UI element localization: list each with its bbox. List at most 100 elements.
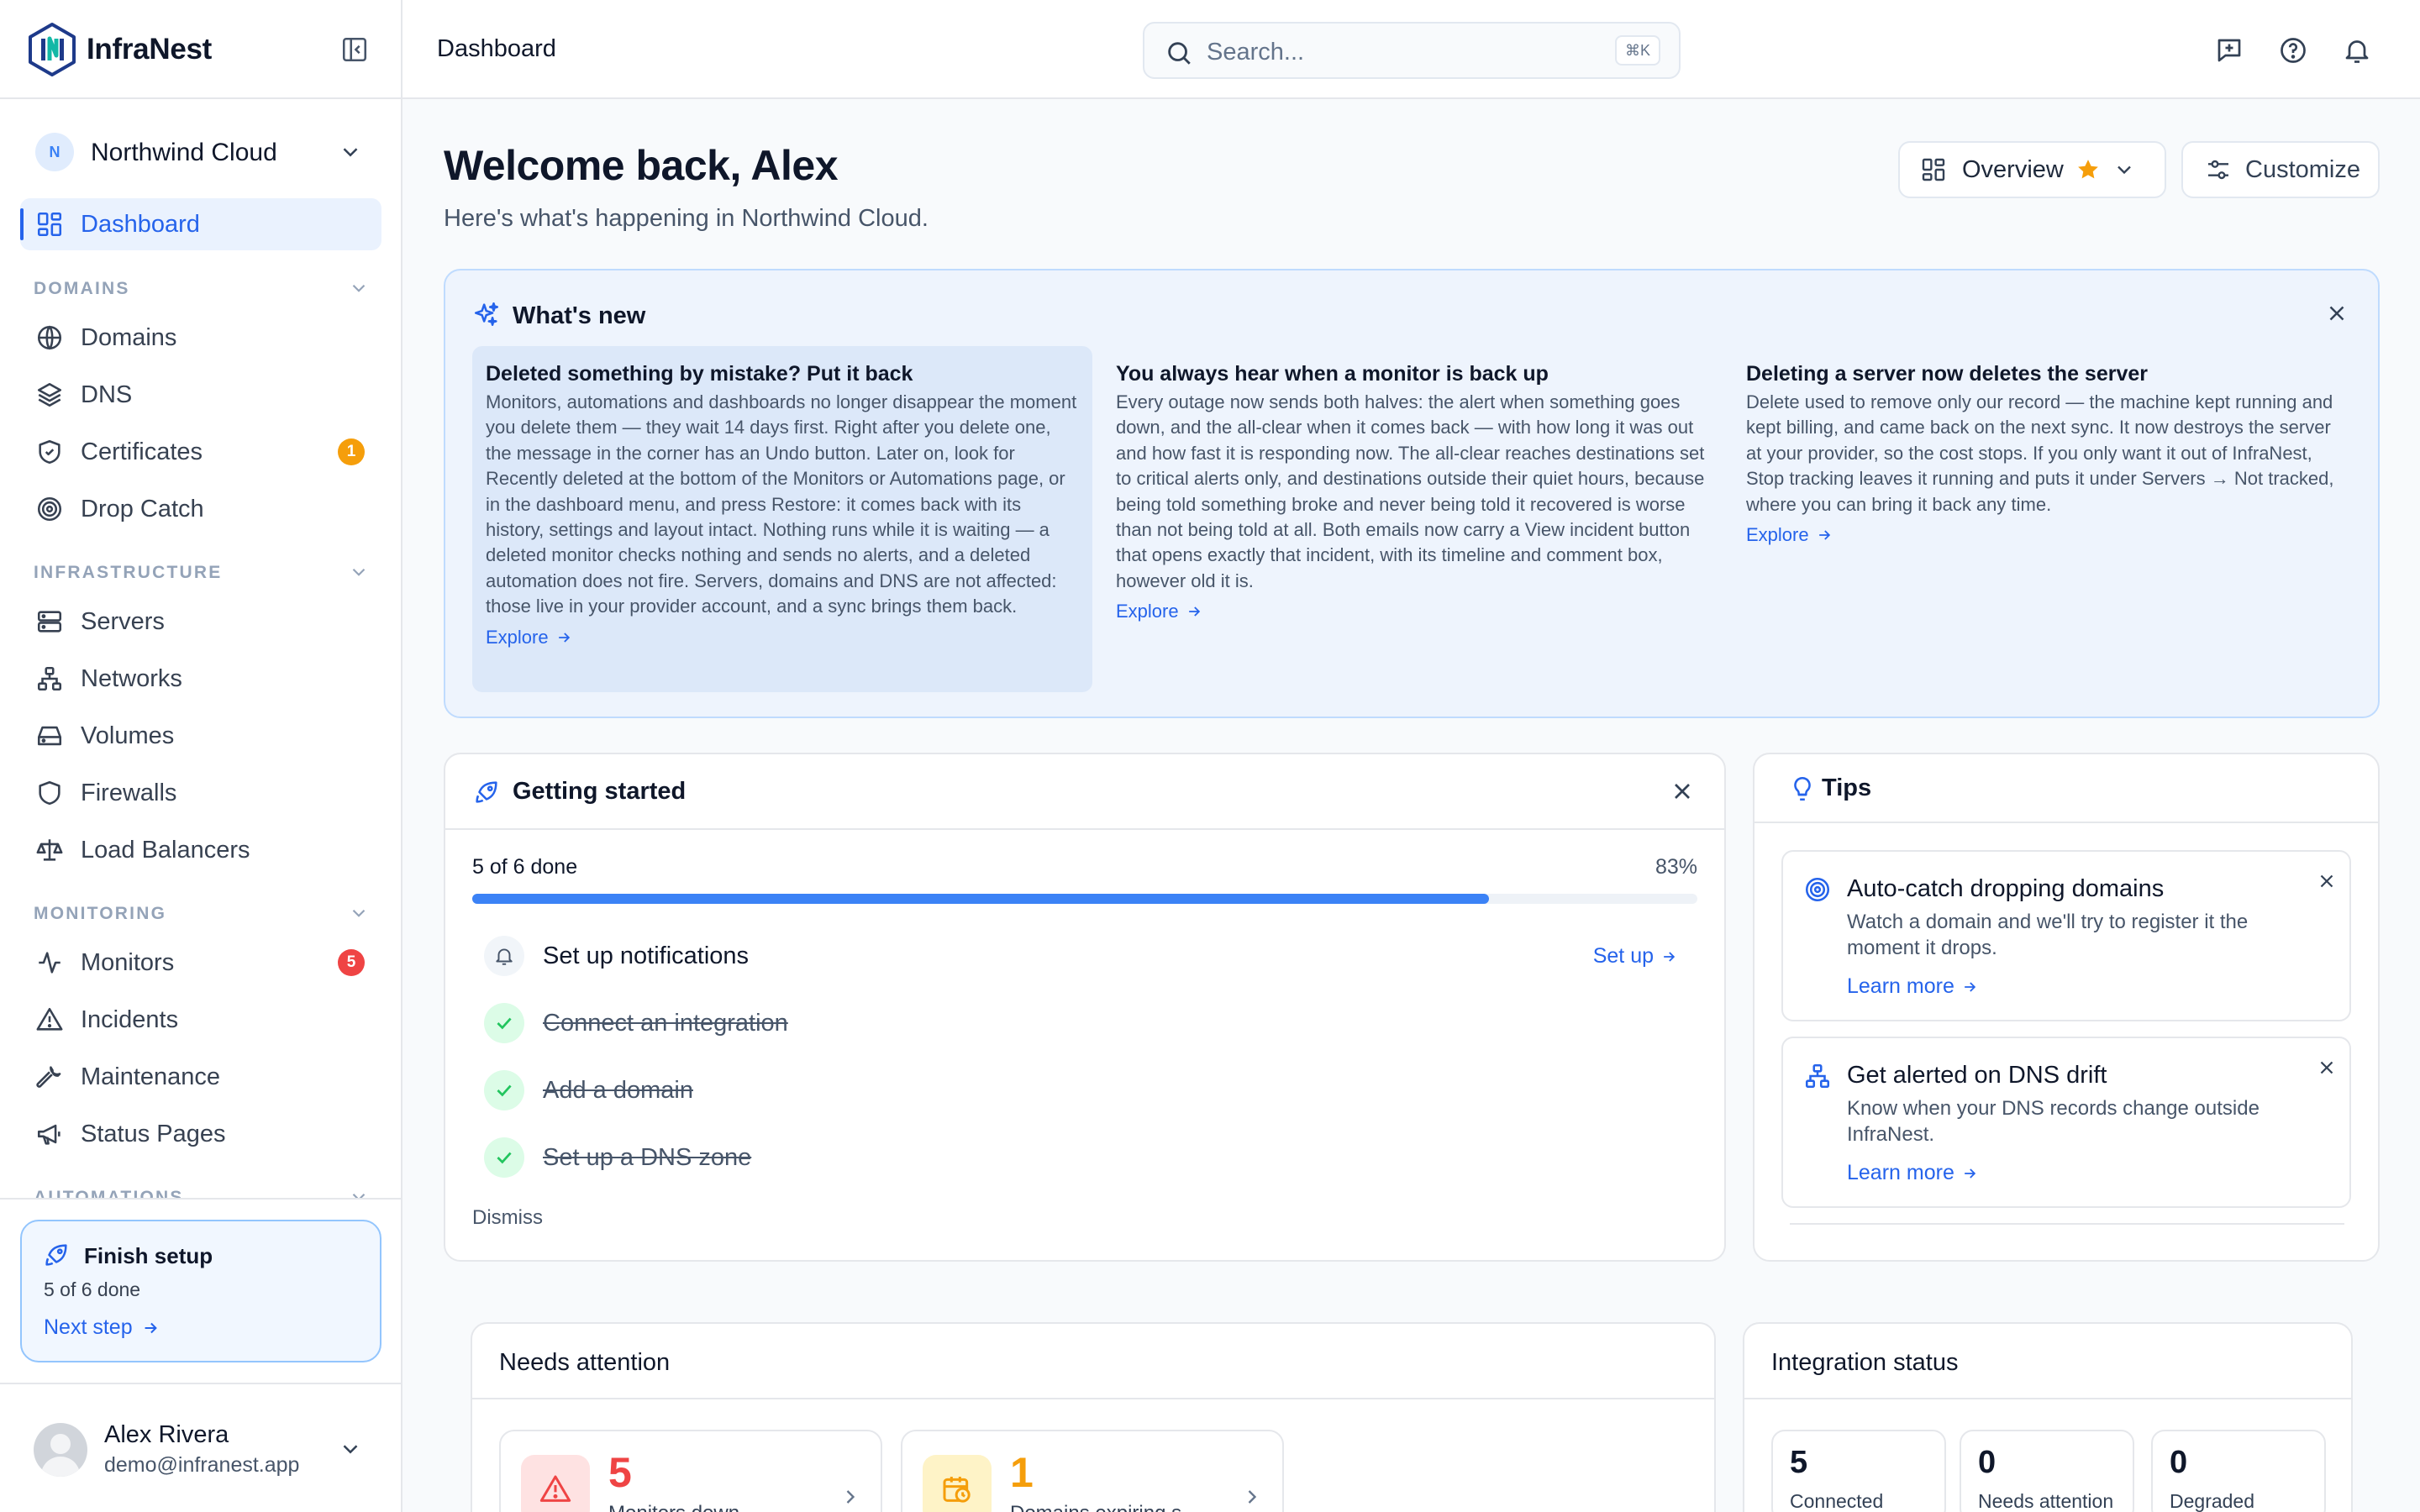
learn-more-link[interactable]: Learn more (1847, 974, 1978, 999)
target-icon (37, 496, 62, 522)
sidebar-item-domains[interactable]: Domains (20, 312, 381, 364)
section-automations[interactable]: AUTOMATIONS (34, 1188, 370, 1198)
user-menu[interactable]: Alex Rivera demo@infranest.app (0, 1383, 401, 1512)
globe-icon (37, 325, 62, 350)
progress-label: 5 of 6 done (472, 855, 578, 879)
section-label: DOMAINS (34, 279, 130, 298)
overview-dropdown[interactable]: Overview (1898, 141, 2166, 198)
close-icon[interactable] (1669, 778, 1696, 805)
section-infrastructure[interactable]: INFRASTRUCTURE (34, 563, 370, 583)
tips-card: Tips Auto-catch dropping domains Watch a… (1753, 753, 2380, 1262)
task-label: Connect an integration (543, 1010, 788, 1037)
hard-drive-icon (37, 726, 62, 746)
progress-bar-fill (472, 894, 1490, 904)
search-placeholder: Search... (1207, 39, 1305, 66)
dashboard-icon (1922, 158, 1945, 181)
sidebar: InfraNest N Northwind Cloud Dashboard DO… (0, 0, 402, 1512)
sidebar-item-load-balancers[interactable]: Load Balancers (20, 824, 381, 876)
sidebar-item-networks[interactable]: Networks (20, 653, 381, 705)
sidebar-item-certificates[interactable]: Certificates 1 (20, 426, 381, 478)
arrow-right-icon (1818, 530, 1830, 540)
section-monitoring[interactable]: MONITORING (34, 904, 370, 924)
task-label: Set up notifications (543, 942, 750, 969)
shield-check-icon (39, 439, 60, 465)
count-value: 0 (2170, 1445, 2188, 1480)
org-switcher[interactable]: N Northwind Cloud (35, 133, 371, 171)
explore-link[interactable]: Explore (1746, 524, 2339, 546)
lightbulb-icon (1794, 776, 1811, 801)
next-step-label: Next step (44, 1315, 133, 1339)
bell-icon[interactable] (2342, 35, 2372, 66)
server-icon (37, 611, 62, 633)
activity-icon (39, 952, 60, 974)
check-icon (497, 1084, 512, 1097)
network-icon (1805, 1063, 1830, 1089)
sidebar-item-dashboard[interactable]: Dashboard (20, 198, 381, 250)
sidebar-item-label: Certificates (81, 438, 203, 465)
section-domains[interactable]: DOMAINS (34, 279, 370, 299)
sidebar-item-monitors[interactable]: Monitors 5 (20, 937, 381, 989)
rocket-icon (476, 781, 497, 803)
search-icon (1168, 42, 1191, 65)
arrow-right-icon (1965, 981, 1975, 992)
sidebar-item-status-pages[interactable]: Status Pages (20, 1108, 381, 1160)
customize-button[interactable]: Customize (2181, 141, 2380, 198)
alert-triangle-icon (36, 1007, 63, 1031)
sidebar-item-firewalls[interactable]: Firewalls (20, 767, 381, 819)
scroll-divider (1790, 1223, 2344, 1225)
collapse-sidebar-icon[interactable] (340, 35, 369, 64)
dismiss-button[interactable]: Dismiss (472, 1206, 543, 1230)
bell-icon (496, 948, 513, 965)
card-header: Tips (1754, 754, 2378, 823)
stat-icon-box (521, 1455, 590, 1512)
overview-label: Overview (1962, 155, 2064, 183)
close-icon[interactable] (2324, 301, 2349, 326)
monitors-down-stat[interactable]: 5 Monitors down (499, 1430, 882, 1512)
sidebar-item-volumes[interactable]: Volumes (20, 710, 381, 762)
close-icon[interactable] (2316, 870, 2338, 892)
stat-value: 1 (1010, 1449, 1034, 1496)
chevron-down-icon (352, 568, 366, 576)
degraded-count[interactable]: 0 Degraded (2151, 1430, 2326, 1512)
chevron-down-icon (352, 284, 366, 292)
explore-label: Explore (486, 626, 549, 648)
set-up-link[interactable]: Set up (1593, 944, 1677, 969)
needs-attention-card: Needs attention 5 Monitors down 1 Domain… (471, 1322, 1716, 1512)
card-header: Getting started (445, 754, 1724, 830)
sidebar-item-label: Domains (81, 323, 177, 351)
needs-attention-count[interactable]: 0 Needs attention (1960, 1430, 2134, 1512)
arrow-right-icon (1664, 951, 1676, 962)
org-avatar: N (35, 133, 74, 171)
section-label: INFRASTRUCTURE (34, 563, 223, 582)
finish-setup-card[interactable]: Finish setup 5 of 6 done Next step (20, 1220, 381, 1362)
rocket-icon (45, 1244, 67, 1266)
sidebar-item-maintenance[interactable]: Maintenance (20, 1051, 381, 1103)
check-icon (497, 1152, 512, 1164)
sidebar-item-incidents[interactable]: Incidents (20, 994, 381, 1046)
search-input[interactable]: Search... ⌘K (1143, 22, 1681, 79)
tips-title: Tips (1822, 774, 1872, 801)
help-icon[interactable] (2278, 35, 2308, 66)
close-icon[interactable] (2316, 1057, 2338, 1079)
explore-link[interactable]: Explore (1116, 601, 1709, 622)
integration-status-card: Integration status 5 Connected 0 Needs a… (1743, 1322, 2353, 1512)
user-silhouette-icon (40, 1434, 81, 1477)
next-step-link[interactable]: Next step (44, 1315, 160, 1340)
learn-more-link[interactable]: Learn more (1847, 1161, 1978, 1185)
sidebar-item-label: Dashboard (81, 210, 200, 238)
sidebar-item-dns[interactable]: DNS (20, 369, 381, 421)
feedback-icon[interactable] (2214, 35, 2244, 66)
whats-new-panel: What's new Deleted something by mistake?… (444, 269, 2380, 718)
sidebar-item-drop-catch[interactable]: Drop Catch (20, 483, 381, 535)
sidebar-item-label: Servers (81, 607, 165, 635)
alert-triangle-icon (539, 1475, 571, 1502)
explore-link[interactable]: Explore (486, 627, 1079, 648)
domains-expiring-stat[interactable]: 1 Domains expiring s (901, 1430, 1284, 1512)
sidebar-item-label: Load Balancers (81, 836, 250, 864)
org-name: Northwind Cloud (91, 139, 277, 166)
task-status (484, 1137, 524, 1178)
count-value: 0 (1978, 1445, 1996, 1480)
sidebar-item-servers[interactable]: Servers (20, 596, 381, 648)
connected-count[interactable]: 5 Connected (1771, 1430, 1946, 1512)
task-label: Add a domain (543, 1077, 693, 1104)
